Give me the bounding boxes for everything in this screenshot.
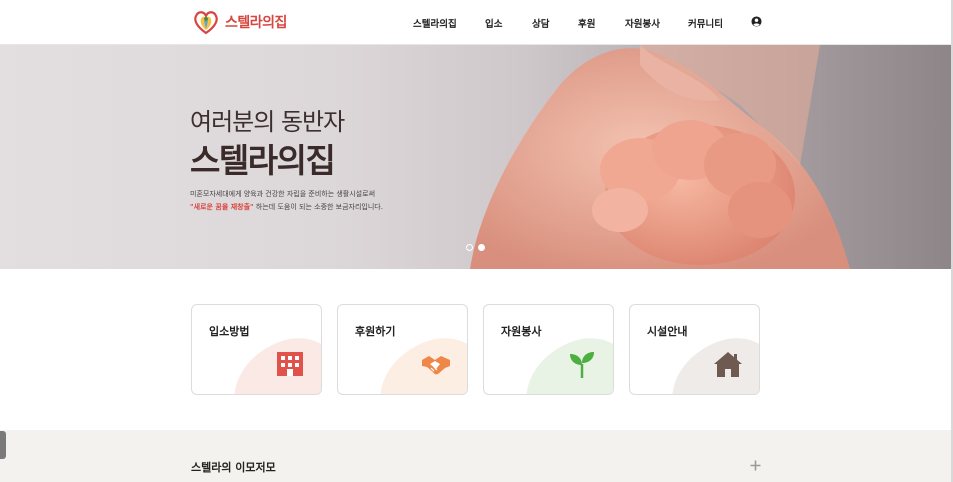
- card-label: 시설안내: [647, 325, 688, 338]
- hero-desc-line2: "새로운 꿈을 재창출" 하는데 도움이 되는 소중한 보금자리입니다.: [190, 201, 383, 214]
- news-section: 스텔라의 이모저모: [0, 430, 951, 482]
- card-facility-info[interactable]: 시설안내: [629, 304, 760, 395]
- hero-banner: 여러분의 동반자 스텔라의집 미혼모자세대에게 양육과 건강한 자립을 준비하는…: [0, 45, 951, 269]
- nav-item-volunteer[interactable]: 자원봉사: [625, 16, 660, 30]
- plus-icon[interactable]: [750, 460, 761, 471]
- nav-item-sponsorship[interactable]: 후원: [578, 16, 595, 30]
- nav-item-admission[interactable]: 입소: [485, 16, 502, 30]
- user-circle-icon[interactable]: [751, 16, 762, 27]
- card-admission-method[interactable]: 입소방법: [191, 304, 322, 395]
- hero-desc-highlight: "새로운 꿈을 재창출": [190, 203, 254, 211]
- card-volunteer[interactable]: 자원봉사: [483, 304, 614, 395]
- card-label: 자원봉사: [501, 325, 542, 338]
- slide-dot-2[interactable]: [478, 244, 485, 251]
- logo-text: 스텔라의집: [225, 15, 287, 31]
- side-drawer-handle[interactable]: [0, 431, 6, 459]
- building-icon: [277, 352, 303, 376]
- hero-description: 미혼모자세대에게 양육과 건강한 자립을 준비하는 생활시설로써 "새로운 꿈을…: [190, 188, 383, 214]
- handshake-icon: [422, 356, 450, 375]
- card-label: 입소방법: [209, 325, 250, 338]
- house-icon: [714, 352, 742, 377]
- nav-item-community[interactable]: 커뮤니티: [688, 16, 723, 30]
- sprout-icon: [570, 352, 594, 378]
- news-section-title: 스텔라의 이모저모: [191, 461, 276, 474]
- hero-desc-line2-text: 하는데 도움이 되는 소중한 보금자리입니다.: [253, 203, 383, 211]
- hero-subtitle: 여러분의 동반자: [190, 108, 345, 136]
- site-logo[interactable]: 스텔라의집: [192, 7, 287, 37]
- nav-item-counseling[interactable]: 상담: [532, 16, 549, 30]
- hero-title: 스텔라의집: [190, 141, 336, 180]
- baby-hand-image: [470, 45, 850, 269]
- nav-item-stella-house[interactable]: 스텔라의집: [413, 16, 457, 30]
- card-sponsorship[interactable]: 후원하기: [337, 304, 468, 395]
- heart-logo-icon: [194, 11, 218, 35]
- card-label: 후원하기: [355, 325, 396, 338]
- site-header: 스텔라의집 스텔라의집 입소 상담 후원 자원봉사 커뮤니티: [0, 0, 953, 45]
- hero-desc-line1: 미혼모자세대에게 양육과 건강한 자립을 준비하는 생활시설로써: [190, 190, 376, 198]
- slide-dot-1[interactable]: [466, 244, 473, 251]
- slide-pagination: [466, 244, 485, 251]
